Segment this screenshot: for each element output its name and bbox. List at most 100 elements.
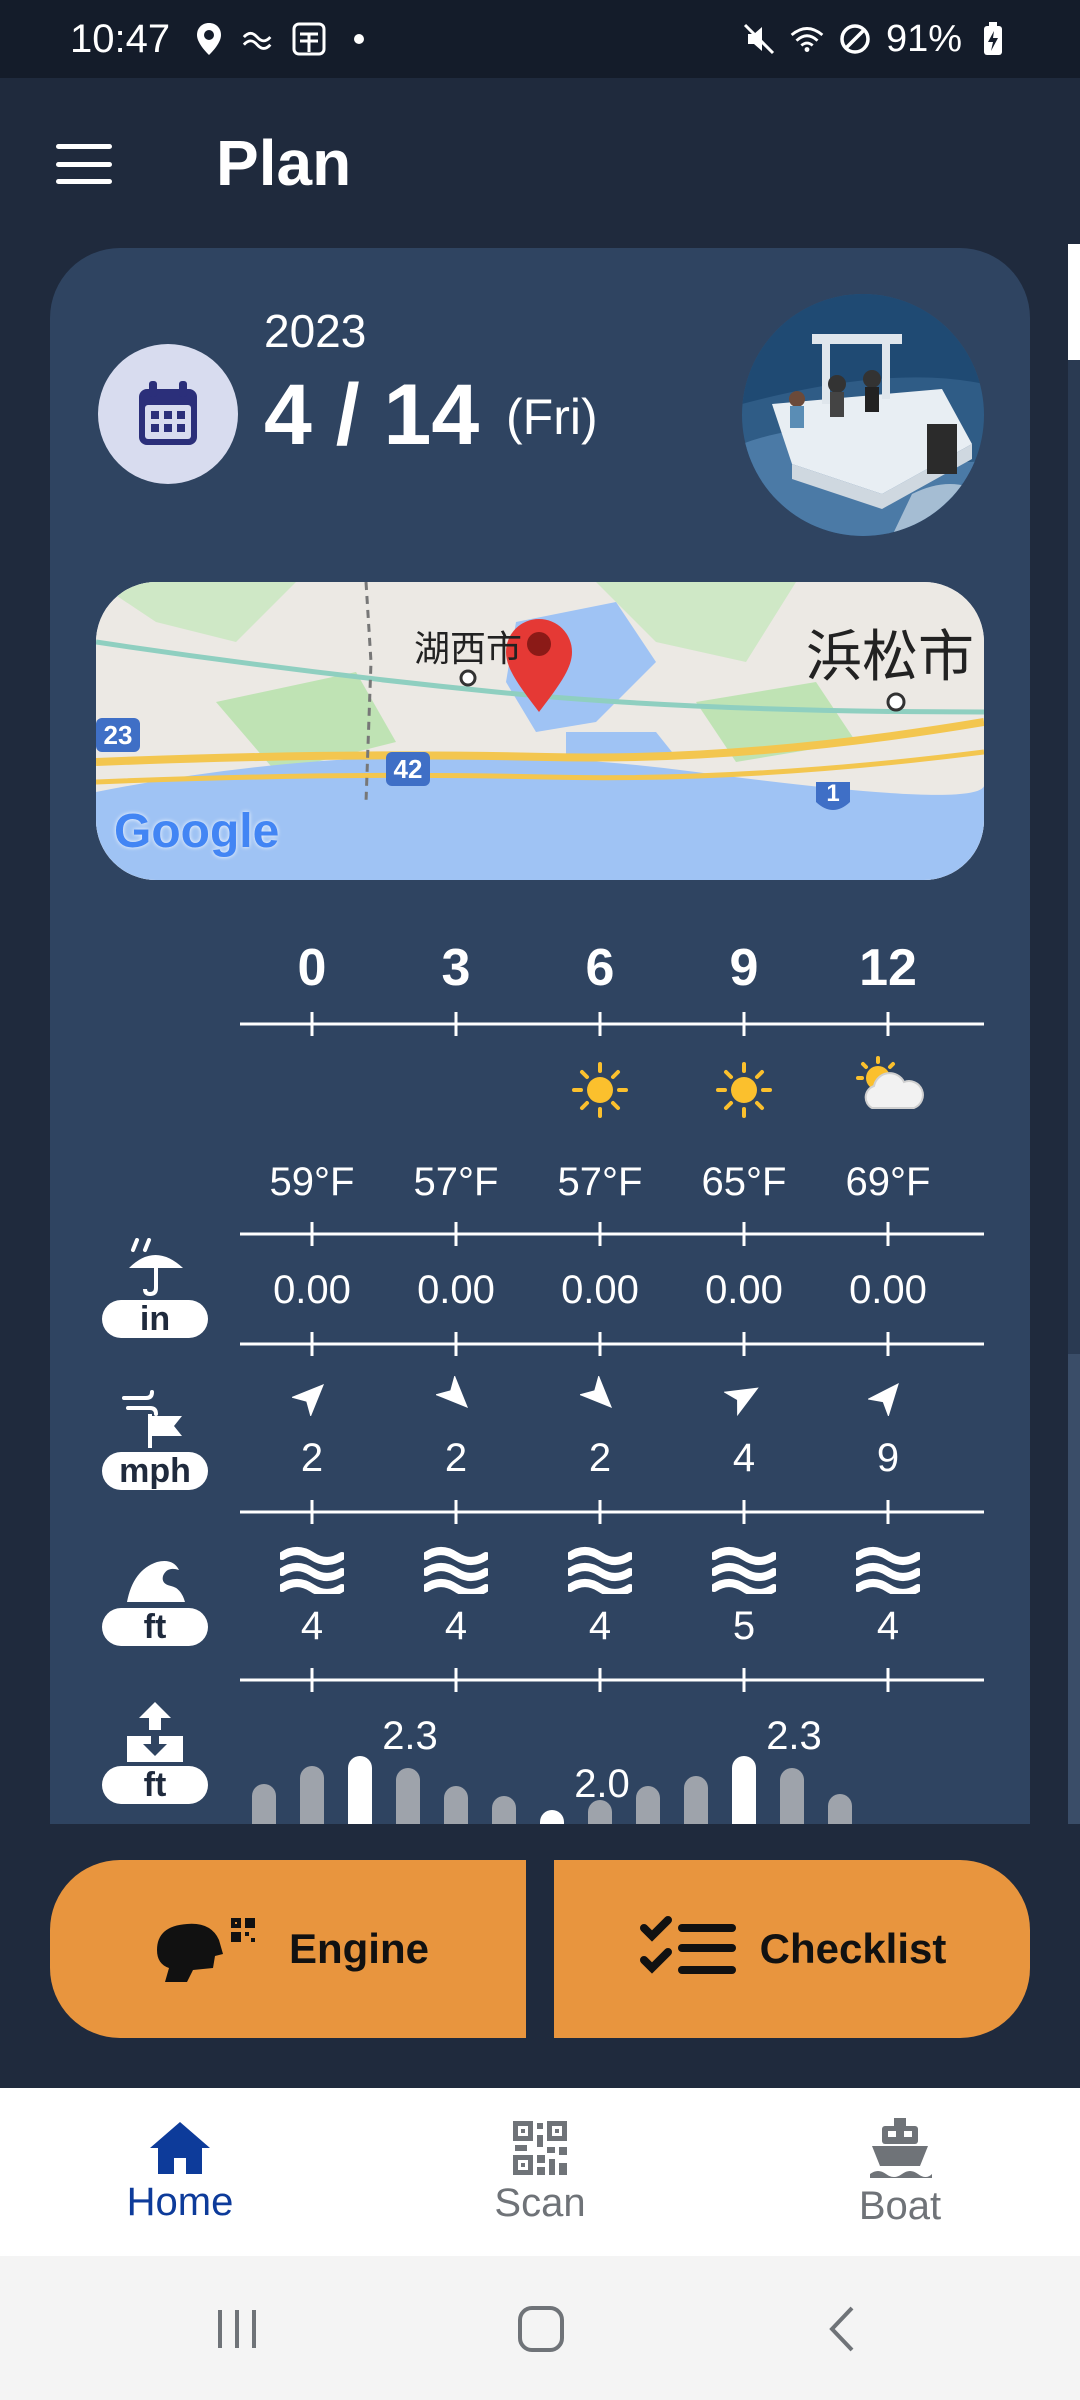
forecast-wave-height: 4 bbox=[300, 1604, 324, 1648]
wind-unit-badge: mph bbox=[102, 1452, 208, 1490]
forecast-rain: 0.00 bbox=[849, 1268, 927, 1312]
engine-button[interactable]: Engine bbox=[50, 1860, 526, 2038]
status-time: 10:47 bbox=[70, 16, 171, 61]
wave-height-icon bbox=[856, 1547, 920, 1594]
forecast-wind-speed: 2 bbox=[300, 1436, 324, 1480]
wave-icon bbox=[127, 1561, 185, 1602]
wave-height-icon bbox=[568, 1547, 632, 1594]
forecast-temperature: 69°F bbox=[845, 1160, 931, 1204]
forecast-rain: 0.00 bbox=[705, 1268, 783, 1312]
tide-bar bbox=[684, 1776, 708, 1824]
tide-bar bbox=[828, 1794, 852, 1824]
boat-icon bbox=[870, 2117, 932, 2178]
tide-bar bbox=[588, 1800, 612, 1824]
wave-height-icon bbox=[280, 1547, 344, 1594]
wind-row-label: mph bbox=[102, 1388, 208, 1490]
tide-bar bbox=[444, 1786, 468, 1824]
moon-icon bbox=[302, 1078, 316, 1106]
forecast-wave-height: 4 bbox=[876, 1604, 900, 1648]
wifi-icon bbox=[790, 22, 824, 56]
moon-icon bbox=[446, 1078, 460, 1106]
scrollbar[interactable] bbox=[1068, 244, 1080, 1824]
forecast-hour: 3 bbox=[441, 939, 471, 997]
forecast-wind-speed: 4 bbox=[732, 1436, 756, 1480]
scroll-thumb[interactable] bbox=[1068, 244, 1080, 360]
do-not-disturb-icon bbox=[838, 22, 872, 56]
forecast-hour: 9 bbox=[729, 939, 759, 997]
tide-row-label: ft bbox=[102, 1700, 208, 1804]
nav-boat[interactable]: Boat bbox=[720, 2088, 1080, 2256]
status-right: 91% bbox=[742, 18, 1010, 61]
status-left-icons bbox=[192, 22, 376, 56]
forecast-rain: 0.00 bbox=[417, 1268, 495, 1312]
tide-high-label: 2.3 bbox=[766, 1714, 822, 1758]
rain-row-label: in bbox=[102, 1238, 208, 1338]
app-bar: Plan bbox=[0, 78, 1080, 248]
page-title: Plan bbox=[216, 127, 352, 199]
tide-bar bbox=[492, 1796, 516, 1824]
forecast-hour: 6 bbox=[585, 939, 615, 997]
checklist-button[interactable]: Checklist bbox=[554, 1860, 1030, 2038]
forecast-temperature: 57°F bbox=[557, 1160, 643, 1204]
tide-bar bbox=[732, 1756, 756, 1824]
back-icon[interactable] bbox=[822, 2304, 862, 2354]
wind-flag-icon bbox=[122, 1390, 182, 1448]
mute-icon bbox=[742, 22, 776, 56]
tide-bar bbox=[348, 1756, 372, 1824]
forecast-temperature: 57°F bbox=[413, 1160, 499, 1204]
tide-bar bbox=[396, 1768, 420, 1824]
umbrella-rain-icon bbox=[129, 1238, 183, 1297]
home-icon bbox=[150, 2121, 210, 2174]
wave-unit-badge: ft bbox=[102, 1608, 208, 1646]
data-saver-icon bbox=[242, 22, 276, 56]
tide-bar bbox=[252, 1784, 276, 1824]
forecast-temperature: 59°F bbox=[269, 1160, 355, 1204]
hamburger-menu-icon[interactable] bbox=[56, 144, 112, 184]
battery-percent: 91% bbox=[885, 17, 962, 60]
nav-boat-label: Boat bbox=[858, 2183, 942, 2228]
wind-direction-arrow-icon bbox=[292, 1383, 325, 1416]
nav-home[interactable]: Home bbox=[0, 2088, 360, 2256]
nav-scan-label: Scan bbox=[494, 2180, 586, 2225]
plan-card: 2023 4 / 14 (Fri) 湖西市 浜松市 23 42 1 Google… bbox=[50, 248, 1030, 1824]
tide-icon bbox=[127, 1702, 183, 1762]
wave-height-icon bbox=[712, 1547, 776, 1594]
engine-button-label: Engine bbox=[288, 1925, 429, 1972]
forecast-temperature: 65°F bbox=[701, 1160, 787, 1204]
forecast-rain: 0.00 bbox=[561, 1268, 639, 1312]
forecast-hour: 12 bbox=[859, 939, 917, 997]
checklist-button-label: Checklist bbox=[759, 1925, 947, 1972]
forecast-wave-height: 4 bbox=[588, 1604, 612, 1648]
forecast-wind-speed: 2 bbox=[588, 1436, 612, 1480]
rain-unit-badge: in bbox=[102, 1300, 208, 1338]
scroll-track-segment bbox=[1068, 1354, 1080, 1824]
forecast-wave-height: 5 bbox=[732, 1604, 756, 1648]
forecast-rain: 0.00 bbox=[273, 1268, 351, 1312]
forecast-wind-speed: 2 bbox=[444, 1436, 468, 1480]
sun-icon bbox=[716, 1062, 772, 1118]
tide-unit-badge: ft bbox=[102, 1766, 208, 1804]
nav-scan[interactable]: Scan bbox=[360, 2088, 720, 2256]
wave-row-label: ft bbox=[102, 1550, 208, 1646]
wind-direction-arrow-icon bbox=[868, 1382, 899, 1416]
news-icon bbox=[292, 22, 326, 56]
forecast-hour: 0 bbox=[297, 939, 327, 997]
tide-bar bbox=[300, 1766, 324, 1824]
forecast-wind-speed: 9 bbox=[876, 1436, 900, 1480]
recent-apps-icon[interactable] bbox=[214, 2306, 260, 2352]
nav-home-label: Home bbox=[126, 2179, 234, 2224]
tide-high-label: 2.3 bbox=[382, 1714, 438, 1758]
forecast-wave-height: 4 bbox=[444, 1604, 468, 1648]
home-system-icon[interactable] bbox=[516, 2304, 566, 2354]
engine-qr-icon bbox=[156, 1918, 255, 1982]
tide-bar bbox=[780, 1768, 804, 1824]
qr-code-icon bbox=[513, 2120, 567, 2175]
notification-dot-icon bbox=[342, 22, 376, 56]
partly-cloudy-icon bbox=[856, 1056, 924, 1109]
system-navigation-bar bbox=[0, 2256, 1080, 2400]
wind-direction-arrow-icon bbox=[580, 1376, 613, 1409]
wind-direction-arrow-icon bbox=[436, 1376, 469, 1409]
bottom-nav: Home Scan Boat bbox=[0, 2088, 1080, 2256]
status-bar: 10:47 91% bbox=[0, 0, 1080, 78]
wind-direction-arrow-icon bbox=[724, 1387, 759, 1416]
